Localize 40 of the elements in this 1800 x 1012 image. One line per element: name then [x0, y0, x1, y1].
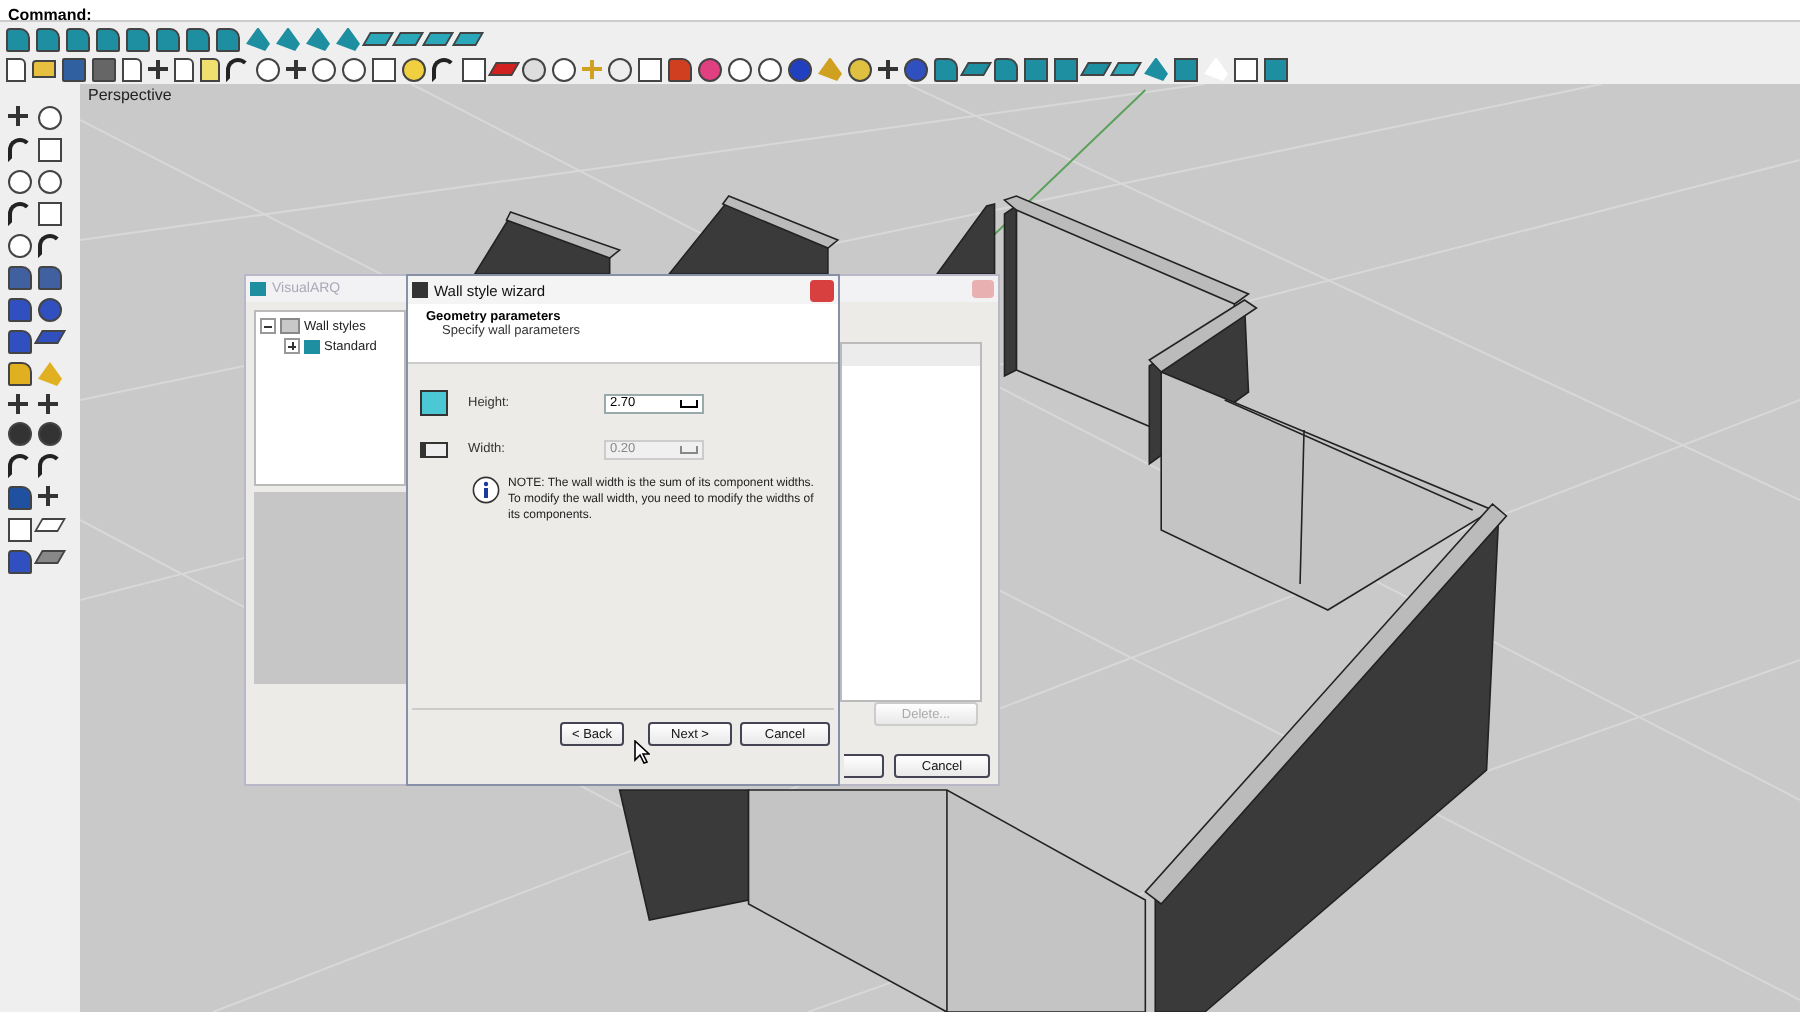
wall-icon[interactable] [36, 27, 60, 51]
slab-icon[interactable] [421, 32, 455, 46]
info-icon [472, 476, 500, 504]
width-icon [420, 441, 448, 457]
wall-icon[interactable] [6, 27, 30, 51]
wizard-icon [412, 282, 428, 298]
new-file-icon[interactable] [6, 57, 26, 81]
slab-icon[interactable] [361, 32, 395, 46]
wall-icon [250, 282, 266, 296]
folder-icon [280, 318, 300, 334]
page-icon[interactable] [122, 57, 142, 81]
slab-icon[interactable] [451, 32, 485, 46]
rectangle-icon[interactable] [38, 202, 62, 226]
wall-icon[interactable] [156, 27, 180, 51]
height-icon [420, 390, 448, 416]
wall-icon[interactable] [66, 27, 90, 51]
wall-icon[interactable] [934, 57, 958, 81]
wall-icon[interactable] [186, 27, 210, 51]
dialog-button[interactable] [844, 754, 884, 778]
wall-icon [304, 339, 320, 353]
wall-icon[interactable] [96, 27, 120, 51]
slab-icon[interactable] [959, 62, 993, 76]
slab-icon[interactable] [391, 32, 425, 46]
viewport-title[interactable]: Perspective [88, 86, 172, 104]
ball-icon[interactable] [788, 57, 812, 81]
expander-icon[interactable] [284, 338, 300, 354]
circle-icon[interactable] [8, 170, 32, 194]
cursor-icon [634, 740, 650, 764]
folder-icon[interactable] [32, 60, 56, 78]
arc-icon[interactable] [8, 202, 32, 226]
wall-icon[interactable] [216, 27, 240, 51]
point-icon[interactable] [38, 106, 62, 130]
viewport[interactable] [80, 84, 1800, 1012]
close-icon[interactable] [810, 279, 834, 301]
wall-icon[interactable] [126, 27, 150, 51]
expander-icon[interactable] [260, 318, 276, 334]
slab-icon[interactable] [1109, 62, 1143, 76]
command-prompt: Command: [8, 8, 92, 20]
circle-icon[interactable] [38, 170, 62, 194]
circle-icon[interactable] [552, 57, 576, 81]
